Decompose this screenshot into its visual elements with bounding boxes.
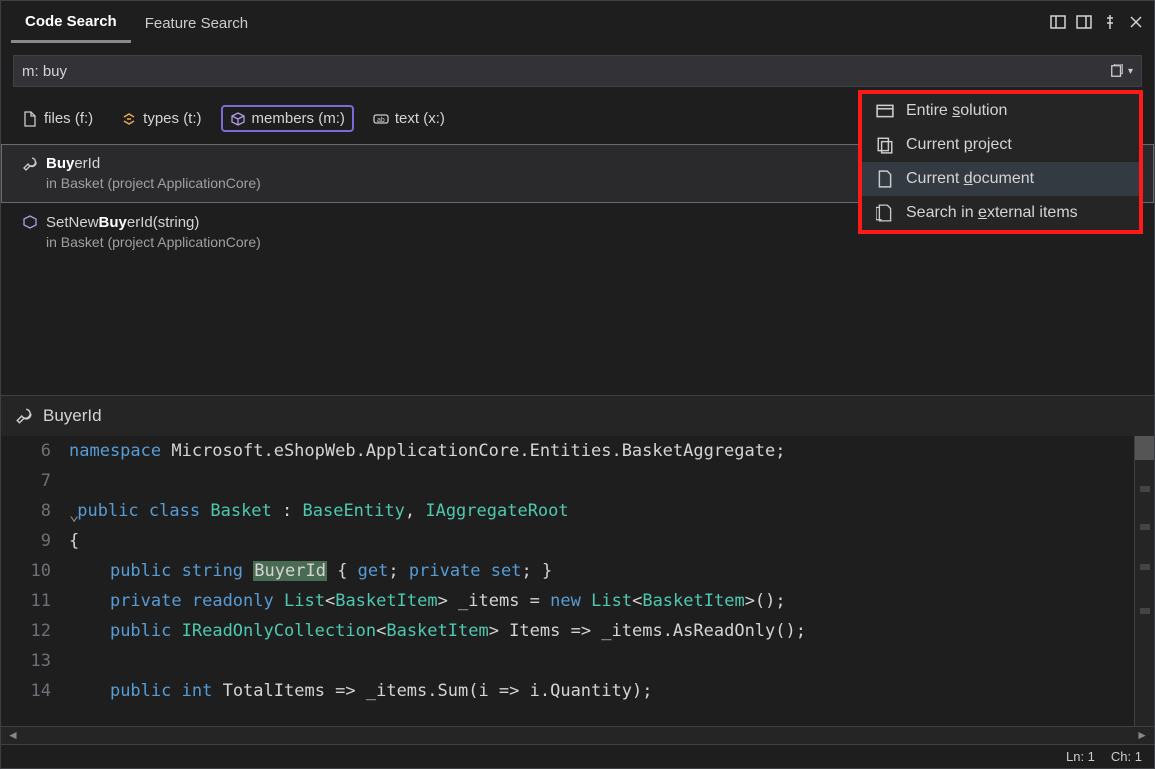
filter-members[interactable]: members (m:)	[221, 105, 354, 132]
line-gutter: 67891011121314	[1, 436, 69, 726]
preview-header: BuyerId	[1, 395, 1154, 436]
status-bar: Ln: 1 Ch: 1	[1, 744, 1154, 768]
dock-right-icon[interactable]	[1076, 14, 1092, 33]
pin-icon[interactable]	[1102, 14, 1118, 33]
scope-menu: Entire solution Current project Current …	[858, 90, 1143, 234]
result-location: in Basket (project ApplicationCore)	[46, 233, 1133, 253]
window-controls	[1050, 14, 1144, 33]
wrench-icon	[15, 407, 33, 425]
filter-files-label: files (f:)	[44, 110, 93, 127]
method-icon	[22, 214, 38, 230]
vertical-scrollbar[interactable]	[1134, 436, 1154, 726]
filter-types-label: types (t:)	[143, 110, 201, 127]
preview-title: BuyerId	[43, 406, 102, 426]
scope-entire-solution[interactable]: Entire solution	[862, 94, 1139, 128]
filter-members-label: members (m:)	[252, 110, 345, 127]
close-icon[interactable]	[1128, 14, 1144, 33]
code-area[interactable]: namespace Microsoft.eShopWeb.Application…	[69, 436, 1154, 726]
code-preview: 67891011121314 namespace Microsoft.eShop…	[1, 436, 1154, 726]
horizontal-scrollbar[interactable]: ◄ ►	[1, 726, 1154, 744]
scope-dropdown-icon[interactable]: ▾	[1110, 64, 1133, 78]
svg-text:ab: ab	[377, 117, 385, 124]
scope-external-items[interactable]: Search in external items	[862, 196, 1139, 230]
tab-code-search[interactable]: Code Search	[11, 3, 131, 43]
status-col: Ch: 1	[1111, 749, 1142, 764]
filter-files[interactable]: files (f:)	[13, 105, 102, 132]
dock-left-icon[interactable]	[1050, 14, 1066, 33]
status-line: Ln: 1	[1066, 749, 1095, 764]
tab-feature-search[interactable]: Feature Search	[131, 5, 262, 42]
scope-current-document[interactable]: Current document	[862, 162, 1139, 196]
scope-current-project[interactable]: Current project	[862, 128, 1139, 162]
title-bar: Code Search Feature Search	[1, 1, 1154, 45]
filter-text[interactable]: ab text (x:)	[364, 105, 454, 132]
search-input[interactable]	[22, 63, 1110, 80]
search-bar: ▾	[13, 55, 1142, 87]
wrench-icon	[22, 156, 38, 172]
filter-types[interactable]: types (t:)	[112, 105, 210, 132]
filter-text-label: text (x:)	[395, 110, 445, 127]
